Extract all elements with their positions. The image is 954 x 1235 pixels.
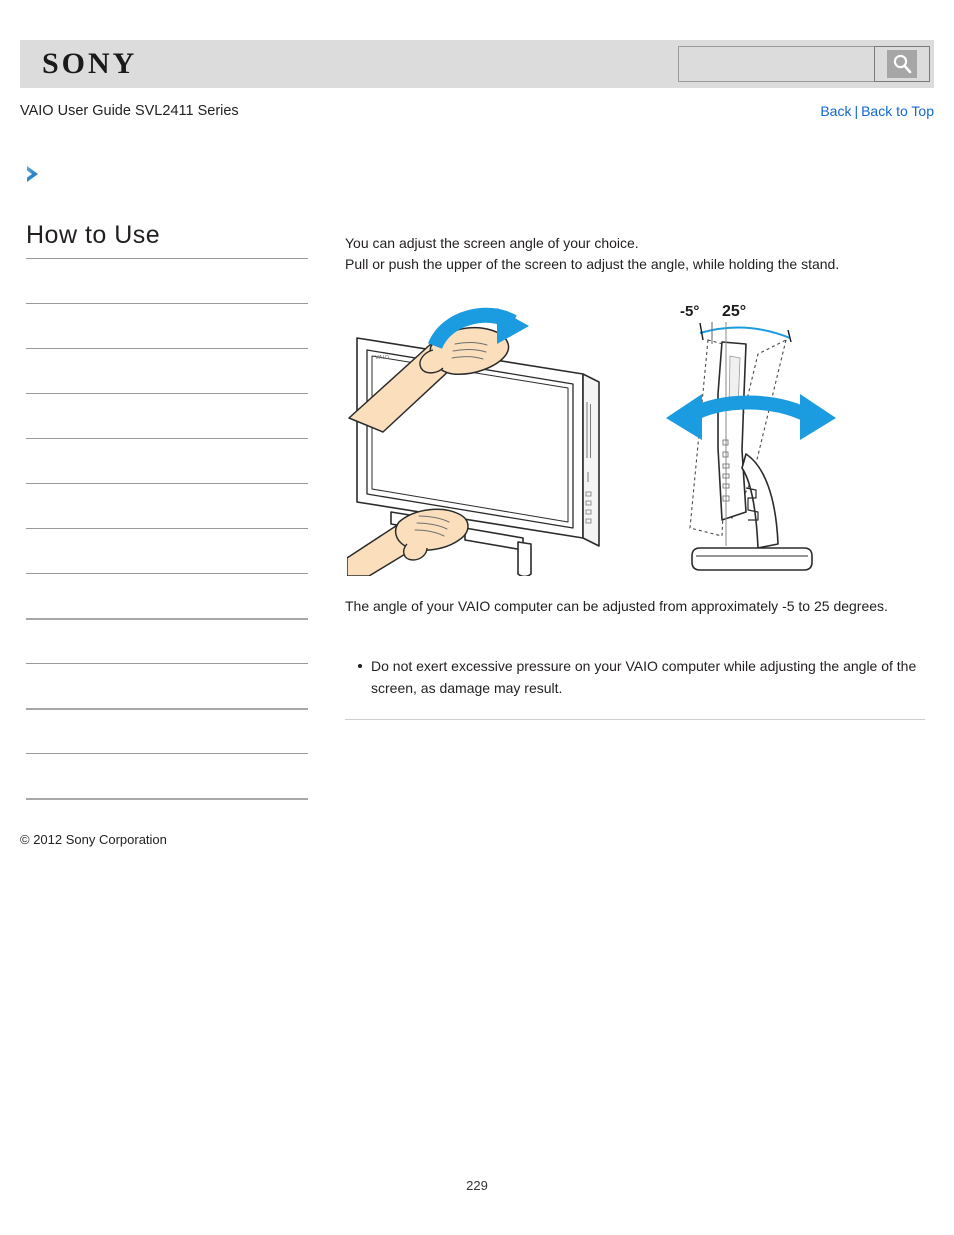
intro-line-1: You can adjust the screen angle of your …: [345, 235, 639, 251]
sidebar-item-11[interactable]: [26, 708, 308, 753]
back-link[interactable]: Back: [820, 103, 851, 119]
main-content: You can adjust the screen angle of your …: [345, 233, 925, 720]
content-divider: [345, 719, 925, 720]
title-row: VAIO User Guide SVL2411 Series Back | Back…: [20, 100, 934, 122]
search-group: [678, 46, 930, 82]
header-bar: SONY: [20, 40, 934, 88]
back-to-top-link[interactable]: Back to Top: [861, 103, 934, 119]
search-input[interactable]: [678, 46, 874, 82]
sidebar-item-7[interactable]: [26, 528, 308, 573]
figure-group: VAIO -5° 25°: [345, 298, 925, 578]
search-icon: [887, 50, 917, 78]
copyright-notice: © 2012 Sony Corporation: [20, 832, 167, 847]
search-button[interactable]: [874, 46, 930, 82]
sidebar-item-2[interactable]: [26, 303, 308, 348]
angle-note: The angle of your VAIO computer can be a…: [345, 598, 888, 614]
page-number: 229: [466, 1178, 488, 1193]
sidebar-item-6[interactable]: [26, 483, 308, 528]
intro-line-2: Pull or push the upper of the screen to …: [345, 256, 840, 272]
sidebar-item-5[interactable]: [26, 438, 308, 483]
sidebar-item-8[interactable]: [26, 573, 308, 618]
sidebar-item-9[interactable]: [26, 618, 308, 663]
sidebar-item-3[interactable]: [26, 348, 308, 393]
header-nav-links: Back | Back to Top: [820, 100, 934, 122]
tilt-range-arrow-icon: [666, 394, 836, 440]
sidebar-item-12[interactable]: [26, 753, 308, 798]
caution-list: Do not exert excessive pressure on your …: [345, 655, 925, 699]
angle-max-label: 25°: [722, 303, 746, 320]
angle-min-label: -5°: [680, 303, 699, 320]
sidebar-item-10[interactable]: [26, 663, 308, 708]
caution-item: Do not exert excessive pressure on your …: [358, 655, 925, 699]
svg-text:VAIO: VAIO: [375, 355, 390, 361]
link-separator: |: [854, 103, 859, 119]
chevron-right-icon[interactable]: [22, 162, 46, 186]
sidebar-heading: How to Use: [26, 221, 161, 249]
vaio-tilt-hands-illustration: VAIO: [346, 306, 637, 578]
vaio-tilt-angle-side-illustration: -5° 25°: [660, 298, 860, 578]
page-title: VAIO User Guide SVL2411 Series: [20, 103, 239, 119]
sidebar-item-4[interactable]: [26, 393, 308, 438]
sidebar-item-1[interactable]: [26, 258, 308, 303]
sidebar: How to Use: [26, 220, 308, 843]
sony-logo: SONY: [42, 47, 138, 80]
